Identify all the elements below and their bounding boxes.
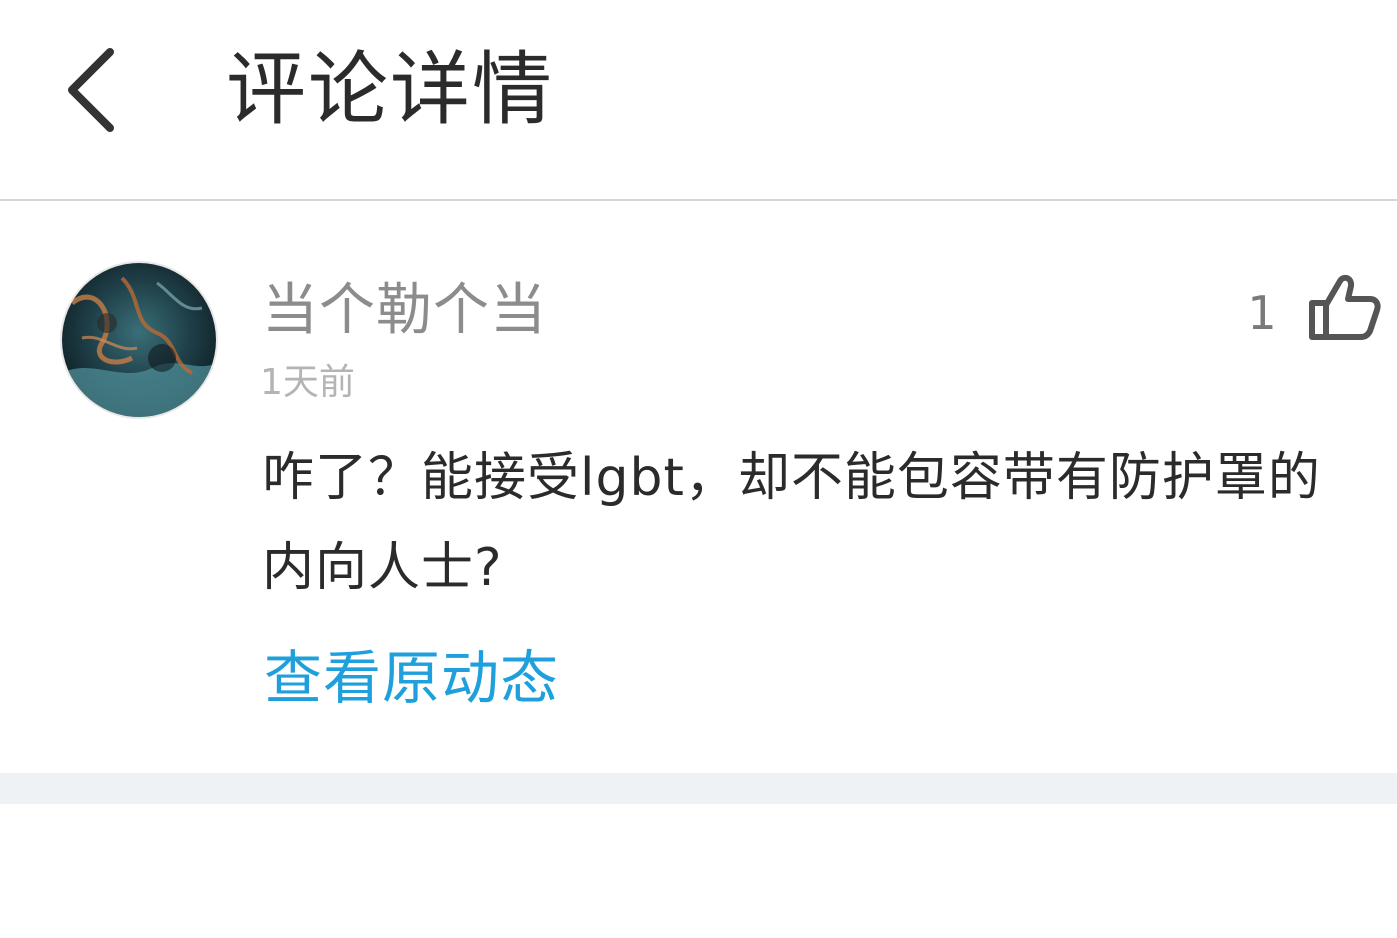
thumbs-up-icon bbox=[1309, 274, 1381, 340]
top-bar: 评论详情 bbox=[0, 0, 1397, 201]
avatar[interactable] bbox=[62, 263, 216, 417]
section-divider bbox=[0, 773, 1397, 804]
empty-area bbox=[0, 804, 1397, 938]
view-original-link[interactable]: 查看原动态 bbox=[264, 643, 559, 713]
back-button[interactable] bbox=[50, 40, 140, 140]
comment-text: 咋了？能接受lgbt，却不能包容带有防护罩的内向人士? bbox=[262, 448, 1321, 598]
page-title: 评论详情 bbox=[226, 43, 554, 136]
chevron-left-icon bbox=[68, 48, 114, 132]
comment-card: 当个勒个当 1天前 1 咋了？能接受lgbt，却不能包容带有防护罩的内向人士? … bbox=[0, 201, 1397, 773]
like-button[interactable] bbox=[1306, 273, 1382, 345]
comment-username[interactable]: 当个勒个当 bbox=[262, 279, 547, 343]
comment-timestamp: 1天前 bbox=[260, 362, 355, 403]
like-count: 1 bbox=[1247, 286, 1277, 340]
